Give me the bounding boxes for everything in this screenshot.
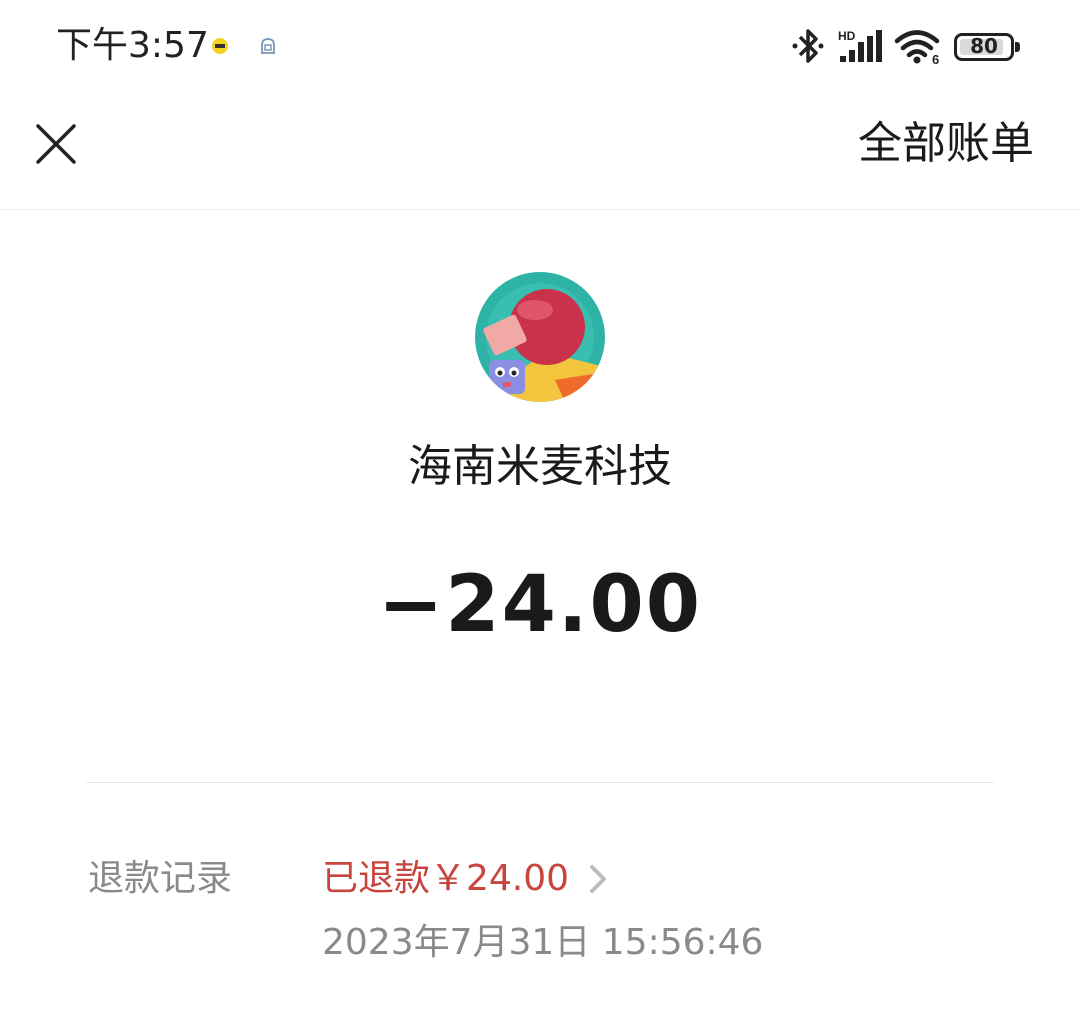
avatar-image bbox=[475, 272, 605, 402]
all-bills-button[interactable]: 全部账单 bbox=[858, 118, 1034, 170]
battery-level: 80 bbox=[970, 34, 998, 58]
merchant-name: 海南米麦科技 bbox=[408, 441, 672, 492]
bluetooth-icon bbox=[792, 29, 824, 63]
refund-record-label: 退款记录 bbox=[88, 858, 233, 899]
status-bar: 下午3:57 HD 6 80 bbox=[0, 0, 1080, 92]
close-icon[interactable] bbox=[34, 122, 78, 166]
status-time: 下午3:57 bbox=[56, 25, 209, 66]
svg-text:6: 6 bbox=[932, 52, 939, 66]
battery-icon: 80 bbox=[954, 33, 1020, 61]
battery-nub bbox=[1015, 42, 1020, 52]
notification-icon bbox=[212, 38, 228, 54]
transaction-amount: −24.00 bbox=[377, 560, 703, 650]
nav-bar: 全部账单 bbox=[0, 92, 1080, 210]
wifi-6-icon: 6 bbox=[894, 30, 940, 66]
divider bbox=[86, 782, 994, 783]
refund-status-link[interactable]: 已退款￥24.00 bbox=[322, 856, 609, 902]
chevron-right-icon bbox=[590, 865, 607, 893]
signal-hd-icon: HD bbox=[838, 29, 882, 62]
merchant-avatar bbox=[475, 272, 605, 402]
refund-status-text: 已退款￥24.00 bbox=[322, 858, 570, 899]
cloud-icon bbox=[261, 38, 275, 54]
refund-time: 2023年7月31日 15:56:46 bbox=[322, 922, 764, 963]
svg-text:HD: HD bbox=[838, 29, 856, 43]
